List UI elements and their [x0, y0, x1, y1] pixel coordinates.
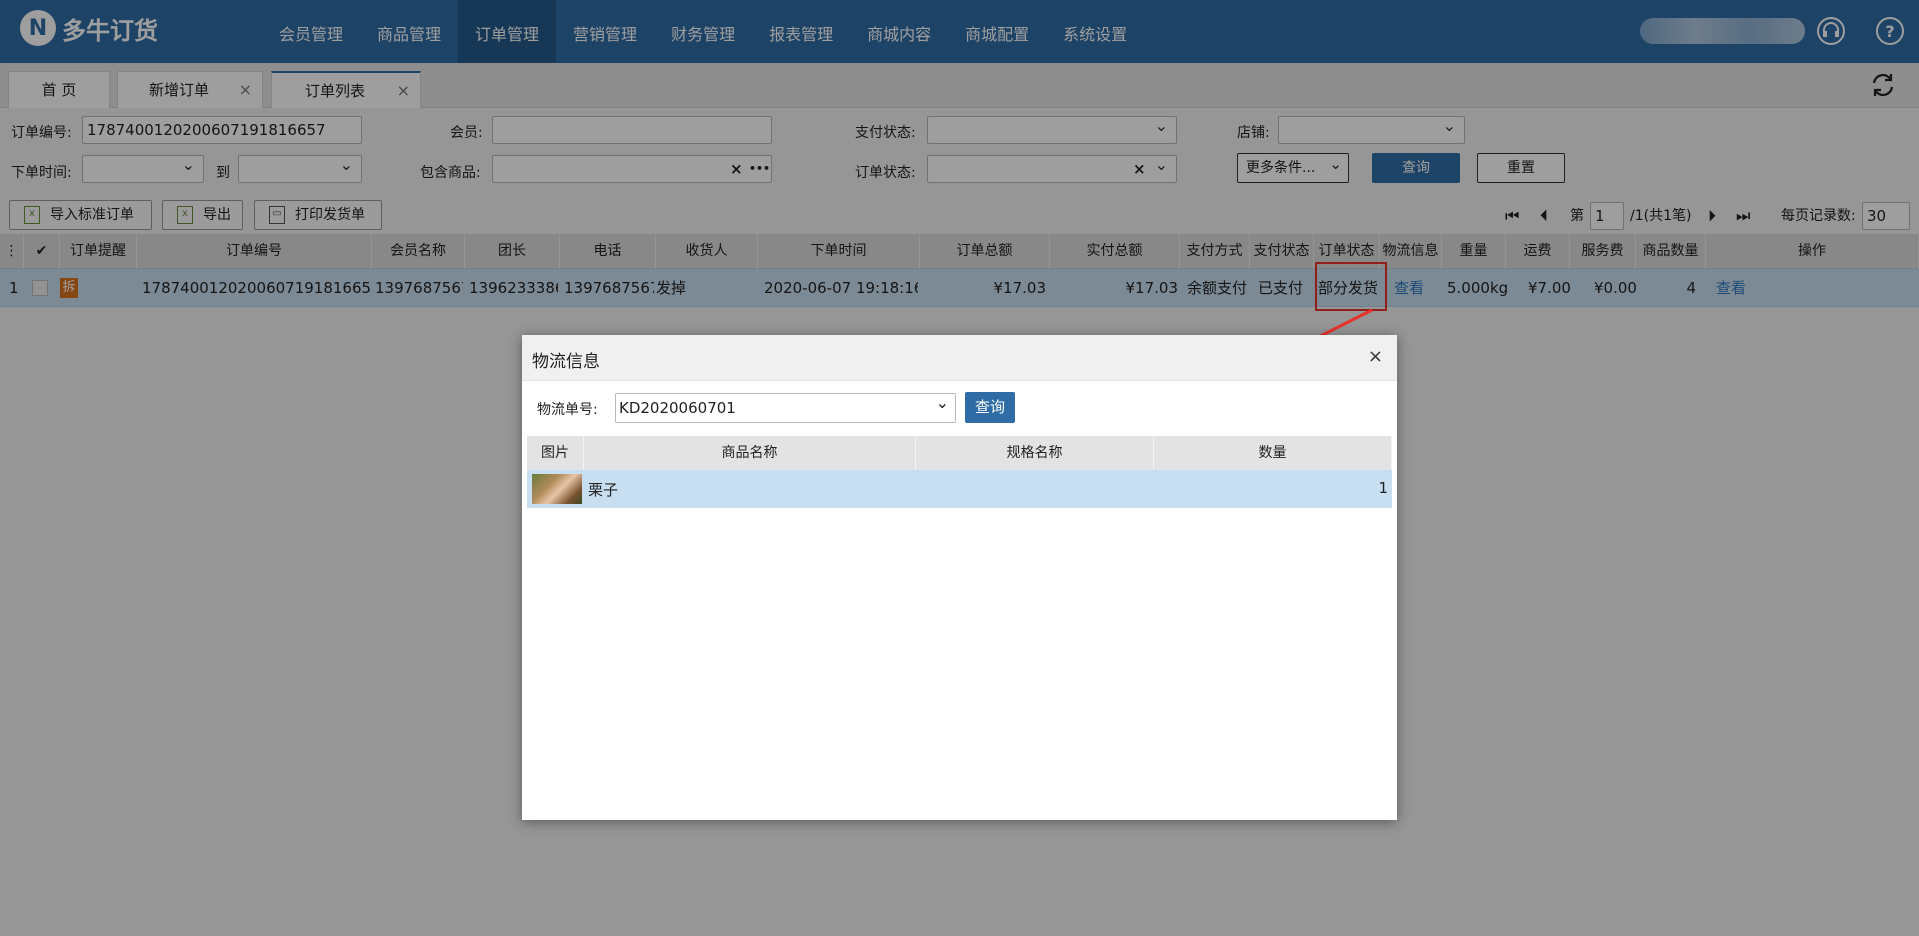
item-qty: 1: [1378, 479, 1388, 497]
logistics-dialog: 物流信息 × 物流单号: KD2020060701 查询 图片 商品名称 规格名…: [522, 335, 1397, 820]
dialog-header: 物流信息 ×: [522, 335, 1397, 381]
col-header: 商品名称: [584, 436, 916, 470]
close-icon[interactable]: ×: [1368, 346, 1383, 367]
dialog-query-button[interactable]: 查询: [965, 392, 1015, 423]
product-name: 栗子: [588, 481, 619, 499]
dialog-title: 物流信息: [532, 352, 600, 372]
col-header: 数量: [1154, 436, 1392, 470]
col-header: 规格名称: [916, 436, 1154, 470]
tracking-select[interactable]: KD2020060701: [615, 389, 956, 423]
col-header: 图片: [527, 436, 584, 470]
product-thumbnail: [532, 474, 582, 504]
tracking-label: 物流单号:: [537, 402, 598, 418]
table-row[interactable]: 栗子 1: [527, 470, 1392, 508]
